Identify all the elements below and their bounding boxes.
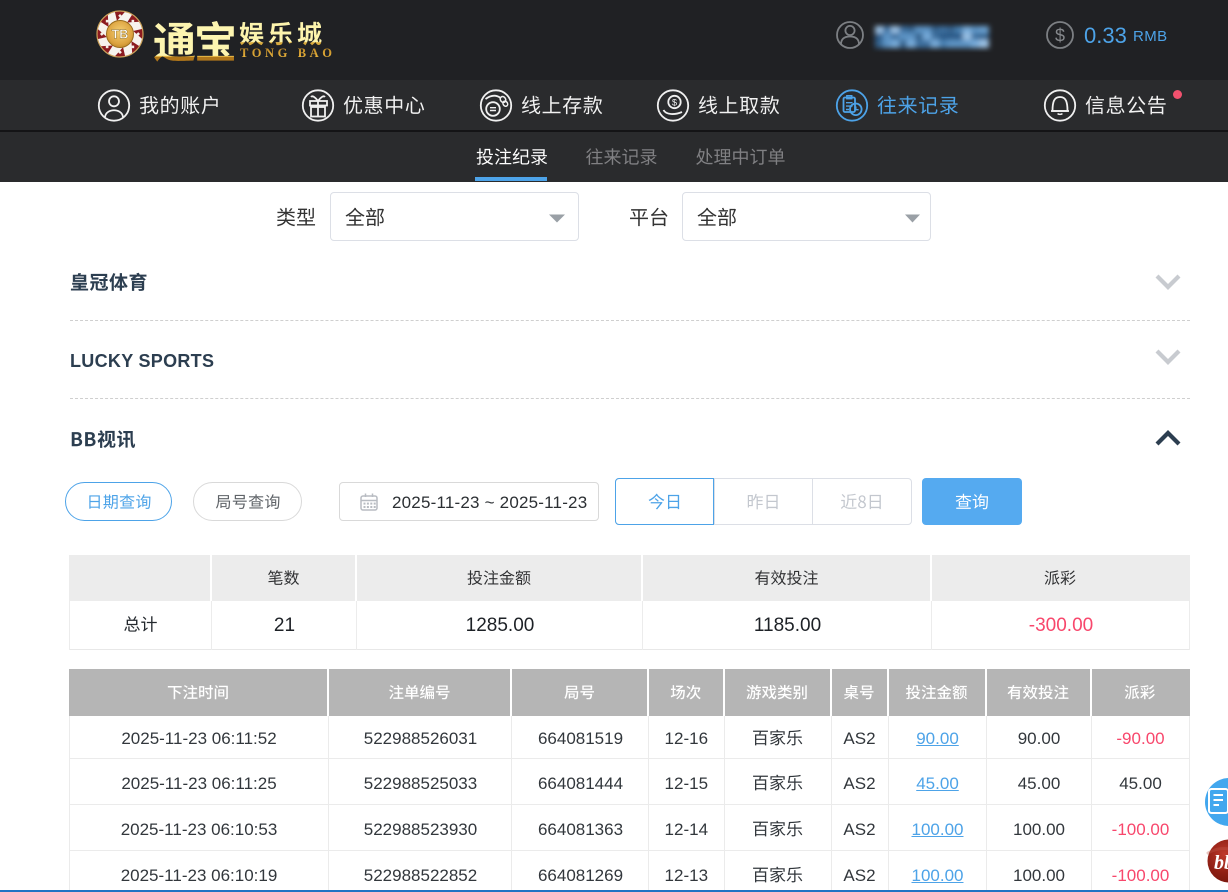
svg-text:bb: bb (1214, 852, 1228, 874)
